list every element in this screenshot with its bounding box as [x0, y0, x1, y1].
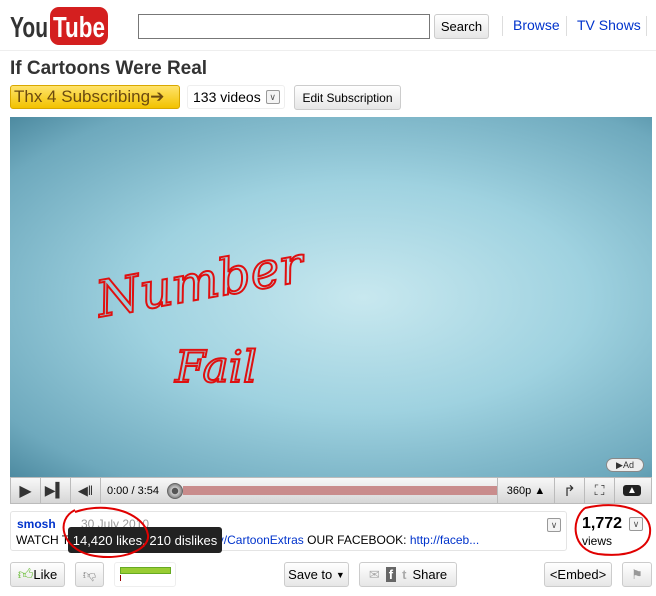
embed-button[interactable]: <Embed>	[544, 562, 612, 587]
divider	[502, 16, 503, 36]
email-icon: ✉	[368, 566, 380, 582]
subscribe-label: Thx 4 Subscribing	[14, 87, 151, 106]
description-link[interactable]: ly/CartoonExtras	[215, 533, 304, 547]
volume-icon[interactable]: ◀‖	[71, 478, 101, 503]
like-button[interactable]: 👍︎ Like	[10, 562, 65, 587]
next-icon[interactable]: ▶▍	[41, 478, 71, 503]
twitter-icon: t	[402, 567, 407, 582]
dislike-button[interactable]: 👎︎	[75, 562, 104, 587]
nav-browse[interactable]: Browse	[513, 17, 560, 33]
share-button[interactable]: ✉ f t Share	[359, 562, 457, 587]
chevron-down-icon: ∨	[265, 90, 280, 104]
views-label: views	[582, 534, 613, 548]
play-icon[interactable]: ▶	[11, 478, 41, 503]
save-to-button[interactable]: Save to ▼	[284, 562, 349, 587]
divider	[646, 16, 647, 36]
thumbs-down-icon: 👎︎	[82, 566, 97, 582]
time-display: 0:00 / 3:54	[107, 484, 159, 497]
fullscreen-icon[interactable]: ⛶	[585, 478, 615, 503]
quality-label: 360p	[506, 484, 532, 497]
description-text: OUR FACEBOOK:	[303, 533, 410, 547]
dropdown-arrow-icon: ▼	[335, 569, 345, 580]
youtube-logo[interactable]: You Tube	[10, 6, 110, 46]
save-to-label: Save to	[288, 567, 333, 582]
svg-text:Tube: Tube	[53, 12, 105, 44]
edit-subscription-button[interactable]: Edit Subscription	[294, 85, 401, 110]
seek-handle[interactable]	[167, 483, 183, 499]
expand-stats-icon[interactable]: ∨	[629, 517, 643, 531]
thumbs-up-icon: 👍︎	[17, 565, 34, 583]
search-input[interactable]	[138, 14, 430, 39]
channel-title: If Cartoons Were Real	[10, 58, 208, 79]
collapse-icon[interactable]: ▲	[617, 478, 647, 503]
header-divider	[0, 50, 656, 51]
like-label: Like	[33, 567, 58, 582]
subscribe-button[interactable]: Thx 4 Subscribing ➔	[10, 85, 180, 109]
likes-tooltip: 14,420 likes, 210 dislikes	[68, 527, 222, 553]
ad-label: Ad	[622, 460, 634, 470]
player-controls: ▶ ▶▍ ◀‖ 0:00 / 3:54 360p ▲ ↱ ⛶ ▲	[10, 477, 652, 504]
search-button[interactable]: Search	[434, 14, 489, 39]
quality-button[interactable]: 360p ▲	[497, 478, 555, 503]
view-count-box: 1,772 ∨ views	[574, 511, 652, 551]
dislike-bar	[120, 575, 121, 581]
overlay-text-fail: Fail	[174, 342, 257, 393]
nav-tv-shows[interactable]: TV Shows	[577, 17, 641, 33]
share-label: Share	[412, 567, 448, 582]
uploader-link[interactable]: smosh	[17, 517, 56, 531]
handwritten-overlay: Number Fail	[90, 234, 312, 394]
view-count: 1,772	[582, 515, 623, 532]
like-bar	[120, 567, 172, 574]
flag-icon[interactable]: ⚑	[622, 562, 652, 587]
like-ratio	[114, 562, 176, 587]
video-player[interactable]: Number Fail	[10, 117, 652, 478]
overlay-text-number: Number	[91, 235, 311, 329]
facebook-icon: f	[385, 567, 397, 582]
divider	[566, 16, 567, 36]
ad-badge[interactable]: ▶ Ad	[606, 458, 644, 472]
svg-text:You: You	[10, 12, 48, 44]
arrow-right-icon: ➔	[150, 87, 165, 106]
seek-bar[interactable]	[183, 486, 497, 495]
popout-icon[interactable]: ↱	[555, 478, 585, 503]
videos-count: 133 videos	[193, 89, 261, 105]
facebook-link[interactable]: http://faceb...	[410, 533, 479, 547]
expand-description-icon[interactable]: ∨	[547, 518, 561, 532]
videos-dropdown[interactable]: 133 videos ∨	[187, 85, 285, 109]
description-text: WATCH T	[16, 533, 70, 547]
